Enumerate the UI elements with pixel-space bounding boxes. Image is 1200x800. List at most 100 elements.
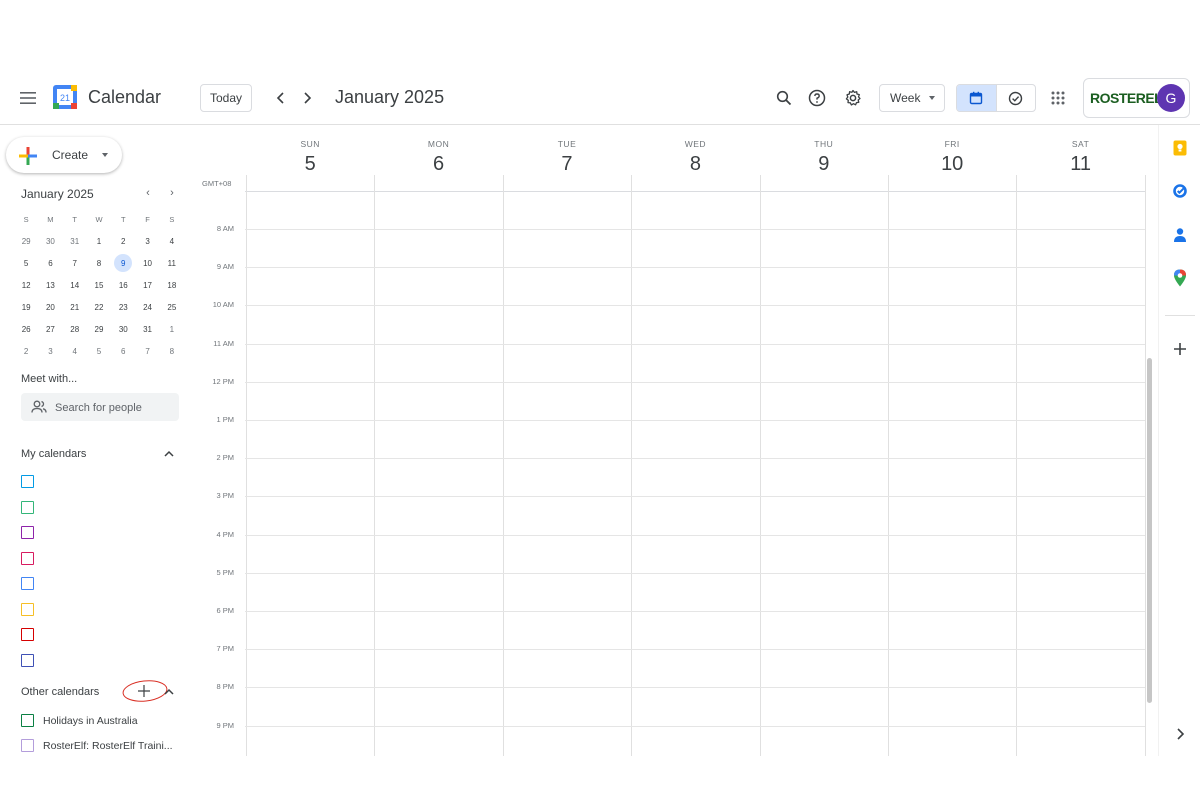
mini-day[interactable]: 4	[63, 347, 87, 356]
day-header-tue[interactable]: TUE 7	[503, 125, 631, 191]
mini-day[interactable]: 19	[14, 303, 38, 312]
my-calendar-checkbox[interactable]	[21, 500, 34, 514]
mini-day[interactable]: 25	[160, 303, 184, 312]
mini-day[interactable]: 28	[63, 325, 87, 334]
mini-day-label: 5	[96, 346, 102, 356]
mini-day[interactable]: 29	[87, 325, 111, 334]
mini-day-label: 1	[169, 324, 175, 334]
my-calendar-checkbox[interactable]	[21, 628, 34, 641]
create-button[interactable]: Create	[6, 137, 122, 173]
day-number[interactable]: 8	[631, 153, 759, 176]
mini-day[interactable]: 29	[14, 237, 38, 246]
mini-day[interactable]: 23	[111, 303, 135, 312]
today-button[interactable]: Today	[200, 84, 252, 112]
my-calendar-checkbox[interactable]	[21, 475, 34, 488]
my-calendar-checkbox[interactable]	[21, 653, 34, 667]
google-apps-button[interactable]	[1046, 86, 1070, 110]
add-other-calendar-button[interactable]	[121, 678, 169, 704]
tasks-view-button[interactable]	[995, 85, 1036, 111]
search-people-input[interactable]: Search for people	[21, 393, 179, 421]
mini-day[interactable]: 7	[63, 259, 87, 268]
day-number[interactable]: 5	[246, 153, 374, 176]
mini-day[interactable]: 20	[38, 303, 62, 312]
contacts-button[interactable]	[1171, 226, 1189, 244]
main-menu-button[interactable]	[14, 84, 42, 112]
tasks-button[interactable]	[1171, 182, 1189, 200]
day-number[interactable]: 6	[374, 153, 502, 176]
mini-day[interactable]: 27	[38, 325, 62, 334]
day-header-thu[interactable]: THU 9	[760, 125, 888, 191]
mini-day[interactable]: 2	[111, 237, 135, 246]
mini-day[interactable]: 17	[135, 281, 159, 290]
day-header-fri[interactable]: FRI 10	[888, 125, 1016, 191]
prev-week-button[interactable]	[270, 86, 292, 110]
mini-day[interactable]: 8	[87, 259, 111, 268]
mini-day[interactable]: 12	[14, 281, 38, 290]
keep-button[interactable]	[1171, 139, 1189, 157]
mini-day[interactable]: 18	[160, 281, 184, 290]
mini-day[interactable]: 31	[135, 325, 159, 334]
mini-next-month-button[interactable]: ›	[165, 187, 179, 199]
my-calendar-checkbox[interactable]	[21, 551, 34, 565]
mini-day[interactable]: 11	[160, 259, 184, 268]
mini-day[interactable]: 15	[87, 281, 111, 290]
mini-weekday-head: M	[47, 214, 54, 224]
mini-day[interactable]: 3	[38, 347, 62, 356]
other-calendar-label[interactable]: Holidays in Australia	[43, 715, 138, 727]
mini-day[interactable]: 2	[14, 347, 38, 356]
mini-day[interactable]: 22	[87, 303, 111, 312]
settings-button[interactable]	[841, 86, 865, 110]
day-header-sat[interactable]: SAT 11	[1016, 125, 1144, 191]
day-number[interactable]: 11	[1016, 153, 1144, 176]
mini-day[interactable]: 10	[135, 259, 159, 268]
mini-day[interactable]: 1	[87, 237, 111, 246]
day-header-wed[interactable]: WED 8	[631, 125, 759, 191]
mini-day[interactable]: 8	[160, 347, 184, 356]
my-calendar-checkbox[interactable]	[21, 577, 34, 590]
day-header-sun[interactable]: SUN 5	[246, 125, 374, 191]
mini-day[interactable]: 7	[135, 347, 159, 356]
day-number[interactable]: 9	[760, 153, 888, 176]
other-calendar-checkbox[interactable]	[21, 714, 34, 727]
my-calendar-checkbox[interactable]	[21, 602, 34, 616]
expand-side-panel-button[interactable]	[1171, 725, 1189, 743]
vertical-scrollbar[interactable]	[1147, 358, 1152, 703]
search-button[interactable]	[772, 86, 796, 110]
next-week-button[interactable]	[296, 86, 318, 110]
mini-day-today[interactable]: 9	[111, 254, 135, 272]
account-chip[interactable]: ROSTERELF G	[1083, 78, 1190, 118]
mini-day[interactable]: 13	[38, 281, 62, 290]
my-calendars-label[interactable]: My calendars	[21, 448, 86, 460]
chevron-up-icon[interactable]	[163, 686, 175, 698]
calendar-view-button[interactable]	[957, 85, 996, 111]
mini-day[interactable]: 5	[14, 259, 38, 268]
get-addons-button[interactable]	[1171, 340, 1189, 358]
mini-day[interactable]: 30	[111, 325, 135, 334]
mini-day[interactable]: 1	[160, 325, 184, 334]
mini-day[interactable]: 31	[63, 237, 87, 246]
mini-day[interactable]: 30	[38, 237, 62, 246]
mini-day[interactable]: 3	[135, 237, 159, 246]
mini-day[interactable]: 6	[111, 347, 135, 356]
view-select[interactable]: Week	[879, 84, 945, 112]
mini-day[interactable]: 24	[135, 303, 159, 312]
maps-button[interactable]	[1171, 269, 1189, 287]
other-calendar-checkbox[interactable]	[21, 739, 34, 752]
other-calendar-label[interactable]: RosterElf: RosterElf Traini...	[43, 740, 173, 752]
avatar[interactable]: G	[1157, 84, 1185, 112]
mini-day[interactable]: 14	[63, 281, 87, 290]
mini-day[interactable]: 21	[63, 303, 87, 312]
calendar-logo[interactable]: 21	[52, 84, 78, 110]
mini-day[interactable]: 6	[38, 259, 62, 268]
mini-prev-month-button[interactable]: ‹	[141, 187, 155, 199]
my-calendar-checkbox[interactable]	[21, 526, 34, 539]
chevron-up-icon[interactable]	[163, 448, 175, 460]
day-header-mon[interactable]: MON 6	[374, 125, 502, 191]
day-number[interactable]: 7	[503, 153, 631, 176]
mini-day[interactable]: 26	[14, 325, 38, 334]
day-number[interactable]: 10	[888, 153, 1016, 176]
mini-day[interactable]: 16	[111, 281, 135, 290]
help-button[interactable]	[805, 86, 829, 110]
mini-day[interactable]: 4	[160, 237, 184, 246]
mini-day[interactable]: 5	[87, 347, 111, 356]
